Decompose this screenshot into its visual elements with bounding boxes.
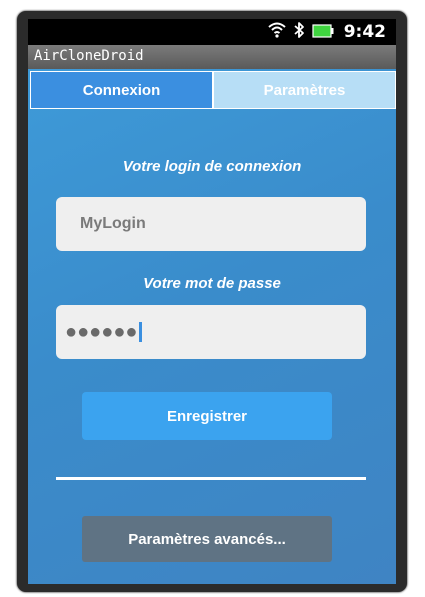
login-input[interactable]: MyLogin	[56, 197, 366, 251]
login-form: Connexion Paramètres Votre login de conn…	[28, 69, 396, 584]
status-bar: 9:42	[28, 19, 396, 45]
password-input-value: ●●●●●●	[65, 320, 138, 343]
divider	[56, 477, 366, 480]
login-input-value: MyLogin	[80, 215, 146, 232]
device-frame: 9:42 AirCloneDroid Connexion Paramètres …	[17, 11, 407, 592]
save-button[interactable]: Enregistrer	[82, 392, 332, 440]
password-label: Votre mot de passe	[143, 275, 281, 292]
login-label: Votre login de connexion	[122, 158, 302, 175]
app-title: AirCloneDroid	[34, 48, 144, 64]
title-bar: AirCloneDroid	[28, 45, 396, 70]
tab-bar: Connexion Paramètres	[30, 71, 396, 109]
text-cursor	[139, 322, 143, 342]
status-time: 9:42	[343, 22, 386, 42]
tab-connexion[interactable]: Connexion	[30, 71, 213, 109]
advanced-settings-button[interactable]: Paramètres avancés...	[82, 516, 332, 562]
password-input[interactable]: ●●●●●●	[56, 305, 366, 359]
phone-screen: 9:42 AirCloneDroid Connexion Paramètres …	[28, 19, 396, 584]
tab-parametres[interactable]: Paramètres	[213, 71, 396, 109]
wifi-icon	[268, 21, 286, 43]
battery-icon	[312, 23, 334, 42]
bluetooth-icon	[293, 21, 305, 43]
status-icons: 9:42	[268, 19, 386, 45]
